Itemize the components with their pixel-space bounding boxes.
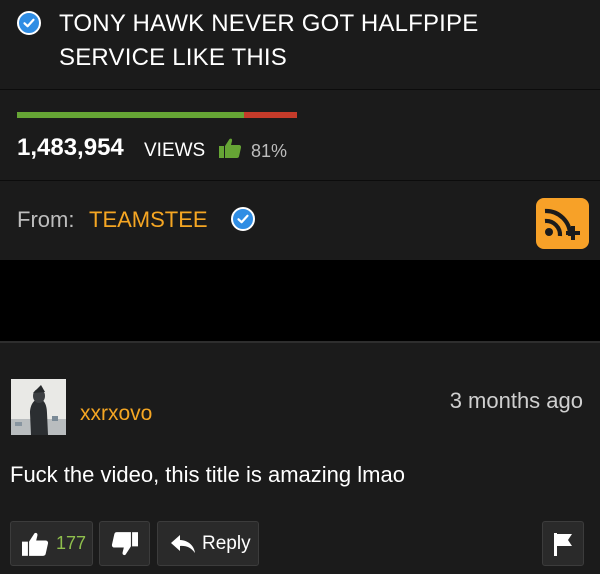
reply-arrow-icon [171,534,195,553]
avatar[interactable] [11,379,66,435]
upvote-count: 177 [56,533,87,553]
subscribe-button[interactable] [536,198,589,249]
comment-text: Fuck the video, this title is amazing lm… [10,462,405,487]
rating-percent: 81% [251,141,288,161]
video-title-row: TONY HAWK NEVER GOT HALFPIPE SERVICE LIK… [0,0,600,90]
thumbs-up-icon [219,138,242,158]
reply-label: Reply [202,532,251,554]
video-stats-row: 1,483,954 VIEWS 81% [0,91,600,181]
channel-name-link[interactable]: TEAMSTEE [89,207,208,233]
comment-timestamp: 3 months ago [449,388,583,413]
rating-bar [17,112,297,118]
thumbs-up-icon [22,532,49,556]
rss-subscribe-icon [544,208,580,240]
from-label: From: [17,207,75,232]
video-info-card: TONY HAWK NEVER GOT HALFPIPE SERVICE LIK… [0,0,600,260]
comment-username[interactable]: xxrxovo [80,402,152,426]
video-title: TONY HAWK NEVER GOT HALFPIPE SERVICE LIK… [59,10,479,71]
flag-icon [554,532,572,556]
upvote-button[interactable]: 177 [10,521,93,566]
rating-bar-fill [17,112,244,118]
reply-button[interactable]: Reply [157,521,259,566]
user-avatar-image [11,379,66,435]
downvote-button[interactable] [99,521,150,566]
verified-check-icon [231,207,255,231]
flag-button[interactable] [542,521,584,566]
verified-check-icon [17,11,41,35]
comment-card: xxrxovo 3 months ago Fuck the video, thi… [0,341,600,574]
thumbs-down-icon [111,531,138,555]
views-label: VIEWS [144,140,206,161]
views-count: 1,483,954 [17,134,124,161]
uploader-row: From: TEAMSTEE [0,182,600,260]
